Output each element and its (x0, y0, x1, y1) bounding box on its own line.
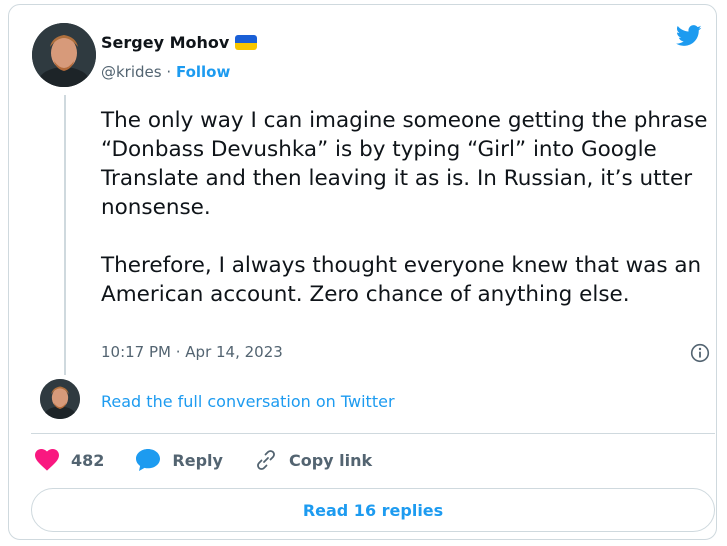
author-name-row: Sergey Mohov (101, 33, 258, 52)
divider (31, 433, 715, 434)
tweet-timestamp[interactable]: 10:17 PM · Apr 14, 2023 (101, 343, 283, 361)
reply-bubble-icon (136, 449, 161, 471)
author-handle[interactable]: @krides (101, 63, 162, 81)
separator: · (166, 63, 172, 81)
author-name[interactable]: Sergey Mohov (101, 33, 229, 52)
like-button[interactable]: 482 (35, 449, 104, 471)
read-replies-button[interactable]: Read 16 replies (31, 488, 715, 532)
tweet-text: The only way I can imagine someone getti… (101, 108, 708, 307)
reply-button[interactable]: Reply (136, 449, 223, 471)
read-replies-label: Read 16 replies (302, 500, 444, 520)
avatar-small[interactable] (40, 379, 80, 419)
ukraine-flag-icon (235, 35, 258, 50)
copy-link-button[interactable]: Copy link (255, 449, 372, 471)
twitter-bird-icon[interactable] (676, 25, 702, 47)
link-icon (257, 450, 275, 470)
avatar-small-image (40, 379, 80, 419)
follow-button[interactable]: Follow (176, 63, 230, 81)
action-bar: 482 Reply Copy link (35, 449, 404, 471)
read-conversation-link[interactable]: Read the full conversation on Twitter (101, 392, 395, 411)
like-count: 482 (71, 450, 105, 470)
thread-line (64, 95, 66, 375)
copy-link-label: Copy link (288, 450, 373, 470)
avatar[interactable] (32, 23, 96, 87)
reply-label: Reply (172, 450, 223, 470)
heart-icon (35, 449, 59, 471)
author-handle-row: @krides · Follow (101, 63, 230, 81)
avatar-image (32, 23, 96, 87)
info-icon[interactable] (690, 343, 710, 363)
tweet-card: Sergey Mohov @krides · Follow The only w… (8, 4, 717, 540)
